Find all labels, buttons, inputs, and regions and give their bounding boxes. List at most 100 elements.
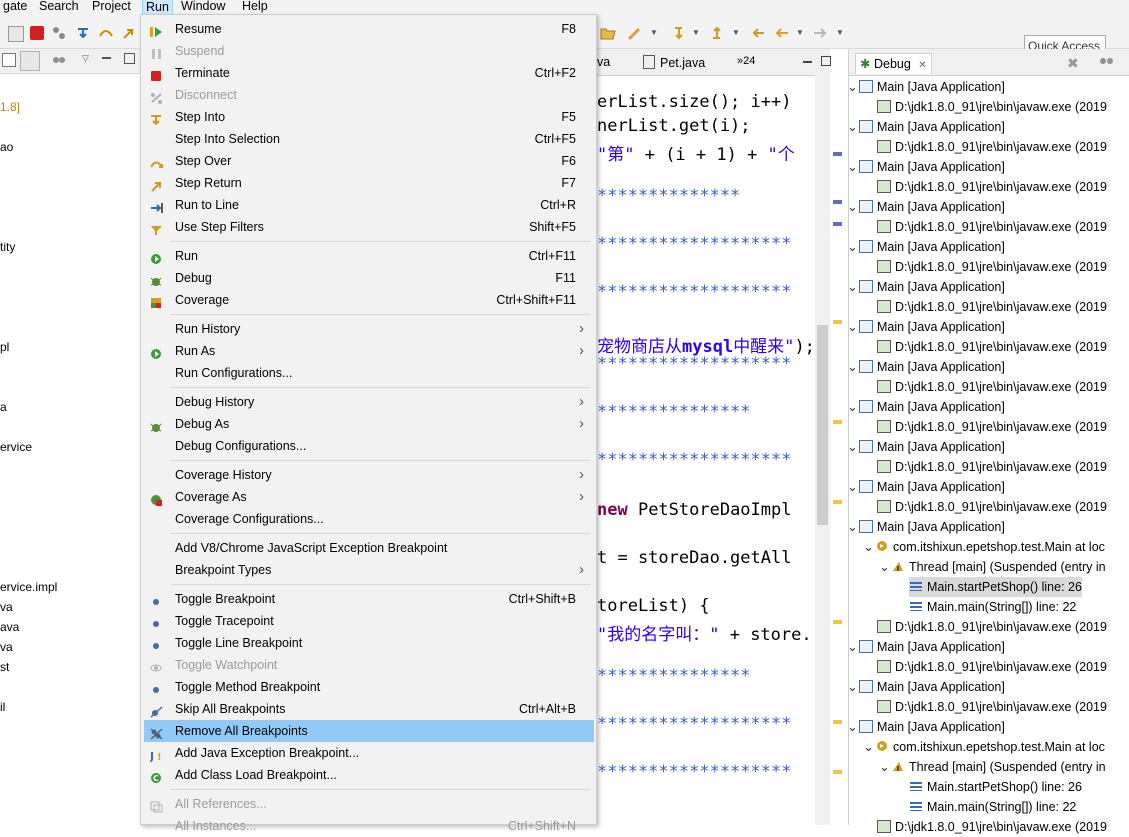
expand-chevron-icon[interactable]: ⌄ — [847, 677, 859, 697]
expand-chevron-icon[interactable]: ⌄ — [879, 757, 891, 777]
menu-item-coverage-as[interactable]: Coverage As › — [144, 486, 594, 508]
tree-item[interactable]: ervice — [0, 440, 32, 454]
debug-tree-node[interactable]: Main.startPetShop() line: 26 — [909, 777, 1082, 797]
minimize-icon[interactable] — [102, 57, 111, 59]
menu-item-toggle-method-breakpoint[interactable]: Toggle Method Breakpoint — [144, 676, 594, 698]
debug-tree-node[interactable]: D:\jdk1.8.0_91\jre\bin\javaw.exe (2019 — [877, 137, 1107, 157]
expand-chevron-icon[interactable]: ⌄ — [847, 77, 859, 97]
next-annotation-icon[interactable] — [672, 26, 686, 40]
last-edit-icon[interactable] — [750, 26, 764, 40]
dropdown-arrow-icon[interactable]: ▼ — [836, 28, 850, 42]
remove-terminated-icon[interactable]: ✖ — [1067, 55, 1079, 72]
more-tabs-indicator[interactable]: »24 — [737, 55, 755, 67]
expand-chevron-icon[interactable]: ⌄ — [847, 437, 859, 457]
debug-tree-node[interactable]: ⌄ Main [Java Application] — [847, 677, 1005, 697]
dropdown-arrow-icon[interactable]: ▼ — [796, 28, 810, 42]
debug-tree-node[interactable]: D:\jdk1.8.0_91\jre\bin\javaw.exe (2019 — [877, 497, 1107, 517]
menu-item-all-instances[interactable]: All Instances... Ctrl+Shift+N — [144, 815, 594, 837]
debug-tree-node[interactable]: Main.main(String[]) line: 22 — [909, 797, 1076, 817]
dropdown-arrow-icon[interactable]: ▼ — [732, 28, 746, 42]
expand-chevron-icon[interactable]: ⌄ — [847, 197, 859, 217]
menu-item-add-v8-chrome-javascript-exception-breakpoint[interactable]: Add V8/Chrome JavaScript Exception Break… — [144, 537, 594, 559]
debug-tree-node[interactable]: ⌄ Main [Java Application] — [847, 717, 1005, 737]
debug-tree-node[interactable]: D:\jdk1.8.0_91\jre\bin\javaw.exe (2019 — [877, 177, 1107, 197]
menu-item-toggle-tracepoint[interactable]: Toggle Tracepoint — [144, 610, 594, 632]
tree-item[interactable]: a — [0, 400, 7, 414]
menu-search[interactable]: Search — [36, 0, 82, 14]
debug-tree-node[interactable]: ⌄ com.itshixun.epetshop.test.Main at loc — [863, 737, 1105, 757]
tree-item[interactable]: ervice.impl — [0, 580, 57, 594]
menu-item-run-history[interactable]: Run History › — [144, 318, 594, 340]
overview-ruler-mark[interactable] — [833, 770, 842, 774]
overview-ruler-mark[interactable] — [833, 152, 842, 156]
menu-project[interactable]: Project — [89, 0, 134, 14]
maximize-icon[interactable] — [124, 53, 135, 64]
debug-tree-node[interactable]: ⌄ Main [Java Application] — [847, 437, 1005, 457]
menu-run[interactable]: Run — [142, 0, 173, 15]
debug-tree-node[interactable]: Main.main(String[]) line: 22 — [909, 597, 1076, 617]
menu-item-debug-history[interactable]: Debug History › — [144, 391, 594, 413]
view-menu-icon[interactable]: ▽ — [82, 53, 89, 64]
prev-annotation-icon[interactable] — [710, 26, 724, 40]
debug-tree-node[interactable]: D:\jdk1.8.0_91\jre\bin\javaw.exe (2019 — [877, 697, 1107, 717]
debug-tree-node[interactable]: ⌄ Main [Java Application] — [847, 397, 1005, 417]
overview-ruler-mark[interactable] — [833, 620, 842, 624]
expand-chevron-icon[interactable]: ⌄ — [847, 317, 859, 337]
expand-chevron-icon[interactable]: ⌄ — [847, 277, 859, 297]
debug-tree-node[interactable]: ⌄ Main [Java Application] — [847, 477, 1005, 497]
debug-tree-node[interactable]: Main.startPetShop() line: 26 — [909, 577, 1082, 597]
expand-chevron-icon[interactable]: ⌄ — [847, 717, 859, 737]
close-icon[interactable]: ✕ — [918, 60, 926, 71]
expand-chevron-icon[interactable]: ⌄ — [847, 637, 859, 657]
debug-tree-node[interactable]: ⌄ Main [Java Application] — [847, 277, 1005, 297]
tree-item[interactable]: st — [0, 660, 9, 674]
menu-item-run-configurations[interactable]: Run Configurations... — [144, 362, 594, 384]
filter-icon[interactable] — [1099, 55, 1113, 67]
menu-item-run[interactable]: Run Ctrl+F11 — [144, 245, 594, 267]
expand-chevron-icon[interactable]: ⌄ — [847, 517, 859, 537]
menu-item-resume[interactable]: Resume F8 — [144, 18, 594, 40]
tab-debug[interactable]: ✱ Debug ✕ — [855, 53, 932, 74]
debug-tree-node[interactable]: ⌄ Main [Java Application] — [847, 637, 1005, 657]
menu-item-coverage-history[interactable]: Coverage History › — [144, 464, 594, 486]
debug-tree-node[interactable]: D:\jdk1.8.0_91\jre\bin\javaw.exe (2019 — [877, 97, 1107, 117]
step-return-tool-icon[interactable] — [122, 26, 136, 40]
editor-scrollbar[interactable] — [815, 75, 830, 825]
debug-tree-node[interactable]: D:\jdk1.8.0_91\jre\bin\javaw.exe (2019 — [877, 257, 1107, 277]
back-icon[interactable] — [774, 26, 788, 40]
pen-tool-icon[interactable] — [626, 26, 640, 40]
menu-item-toggle-breakpoint[interactable]: Toggle Breakpoint Ctrl+Shift+B — [144, 588, 594, 610]
menu-item-debug[interactable]: Debug F11 — [144, 267, 594, 289]
menu-window[interactable]: Window — [178, 0, 228, 14]
link-editor-icon[interactable] — [20, 51, 40, 71]
expand-chevron-icon[interactable]: ⌄ — [863, 537, 875, 557]
expand-chevron-icon[interactable]: ⌄ — [847, 157, 859, 177]
menu-item-add-class-load-breakpoint[interactable]: C Add Class Load Breakpoint... — [144, 764, 594, 786]
menu-navigate[interactable]: gate — [0, 0, 30, 14]
debug-tree-node[interactable]: D:\jdk1.8.0_91\jre\bin\javaw.exe (2019 — [877, 217, 1107, 237]
menu-item-run-as[interactable]: Run As › — [144, 340, 594, 362]
tree-item[interactable]: ava — [0, 620, 19, 634]
step-over-tool-icon[interactable] — [98, 26, 113, 40]
menu-help[interactable]: Help — [239, 0, 271, 14]
suspend-tool-icon[interactable] — [8, 26, 24, 42]
tree-item[interactable]: pl — [0, 340, 9, 354]
debug-tree-node[interactable]: D:\jdk1.8.0_91\jre\bin\javaw.exe (2019 — [877, 817, 1107, 837]
debug-tree-node[interactable]: D:\jdk1.8.0_91\jre\bin\javaw.exe (2019 — [877, 377, 1107, 397]
expand-chevron-icon[interactable]: ⌄ — [847, 357, 859, 377]
tree-item[interactable]: il — [0, 700, 5, 714]
debug-tree-node[interactable]: D:\jdk1.8.0_91\jre\bin\javaw.exe (2019 — [877, 457, 1107, 477]
dropdown-arrow-icon[interactable]: ▼ — [650, 28, 664, 42]
menu-item-add-java-exception-breakpoint[interactable]: J! Add Java Exception Breakpoint... — [144, 742, 594, 764]
menu-item-step-into[interactable]: Step Into F5 — [144, 106, 594, 128]
dropdown-arrow-icon[interactable]: ▼ — [692, 28, 706, 42]
debug-tree-node[interactable]: ⌄ Main [Java Application] — [847, 237, 1005, 257]
code-editor[interactable]: va Pet.java »24 erList.size(); i++) nerL… — [597, 49, 842, 825]
overview-ruler-mark[interactable] — [833, 200, 842, 204]
debug-tree-node[interactable]: ⌄ Thread [main] (Suspended (entry in — [879, 757, 1106, 777]
filter-icon[interactable] — [52, 54, 65, 64]
menu-item-step-over[interactable]: Step Over F6 — [144, 150, 594, 172]
forward-icon[interactable] — [812, 26, 827, 40]
expand-chevron-icon[interactable]: ⌄ — [879, 557, 891, 577]
debug-tree-node[interactable]: ⌄ Main [Java Application] — [847, 317, 1005, 337]
